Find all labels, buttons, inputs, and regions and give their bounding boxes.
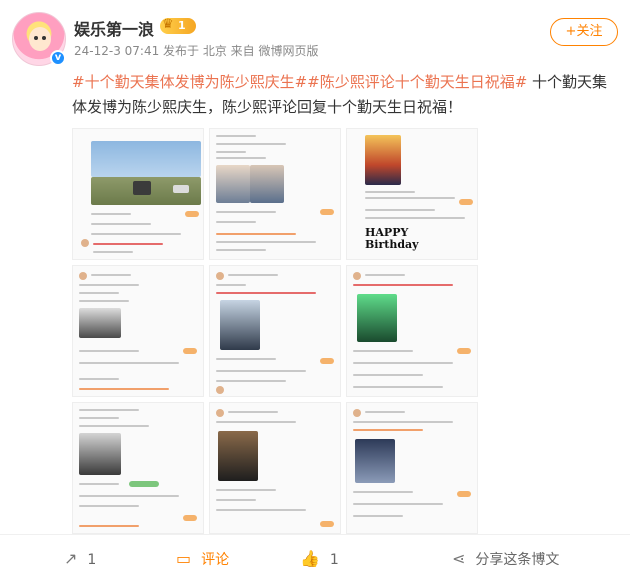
repost-count: 1	[87, 552, 97, 568]
image-thumbnail[interactable]	[209, 265, 341, 397]
avatar-face	[29, 27, 51, 51]
group-photo	[79, 308, 121, 338]
hashtag-link[interactable]: #十个勤天集体发博为陈少熙庆生#	[72, 73, 307, 91]
username[interactable]: 娱乐第一浪	[74, 16, 154, 40]
follow-button[interactable]: +关注	[550, 18, 618, 46]
post-text: #十个勤天集体发博为陈少熙庆生##陈少熙评论十个勤天生日祝福# 十个勤天集体发博…	[72, 70, 612, 120]
comment-label: 评论	[201, 552, 230, 568]
selfie-photo	[216, 165, 250, 203]
image-thumbnail[interactable]	[72, 265, 204, 397]
image-thumbnail[interactable]	[209, 402, 341, 534]
repost-icon: ↗	[64, 549, 78, 568]
vip-level: 1	[178, 19, 186, 32]
share-button[interactable]: ⋖ 分享这条博文	[452, 535, 559, 582]
verified-badge-icon: v	[50, 50, 66, 66]
image-thumbnail[interactable]	[346, 402, 478, 534]
image-grid: HAPPY Birthday	[72, 128, 478, 534]
action-bar: ↗ 1 ▭ 评论 👍 1 ⋖ 分享这条博文	[0, 534, 630, 582]
repost-button[interactable]: ↗ 1	[64, 535, 96, 582]
thumbs-up-icon: 👍	[300, 549, 320, 568]
duo-selfie-photo	[355, 439, 395, 483]
image-thumbnail[interactable]	[72, 128, 204, 260]
duo-photo	[220, 300, 260, 350]
crown-icon: ♛	[162, 17, 174, 32]
handwriting-text: HAPPY Birthday	[365, 226, 419, 251]
post-header: v 娱乐第一浪 ♛ 1 24-12-3 07:41 发布于 北京 来自 微博网页…	[12, 10, 618, 66]
share-label: 分享这条博文	[475, 552, 560, 568]
landscape-photo	[91, 141, 201, 177]
poster-photo	[365, 135, 401, 185]
like-button[interactable]: 👍 1	[300, 535, 339, 582]
comment-icon: ▭	[176, 549, 192, 568]
vip-badge[interactable]: ♛ 1	[160, 17, 196, 34]
post-meta: 24-12-3 07:41 发布于 北京 来自 微博网页版	[74, 44, 319, 58]
share-icon: ⋖	[452, 549, 466, 568]
image-thumbnail[interactable]	[209, 128, 341, 260]
selfie-photo	[79, 433, 121, 475]
image-thumbnail[interactable]: HAPPY Birthday	[346, 128, 478, 260]
image-thumbnail[interactable]	[72, 402, 204, 534]
hashtag-link[interactable]: #陈少熙评论十个勤天生日祝福#	[307, 73, 527, 91]
comment-button[interactable]: ▭ 评论	[176, 535, 229, 582]
event-photo	[218, 431, 258, 481]
image-thumbnail[interactable]	[346, 265, 478, 397]
like-count: 1	[329, 552, 339, 568]
green-light-photo	[357, 294, 397, 342]
